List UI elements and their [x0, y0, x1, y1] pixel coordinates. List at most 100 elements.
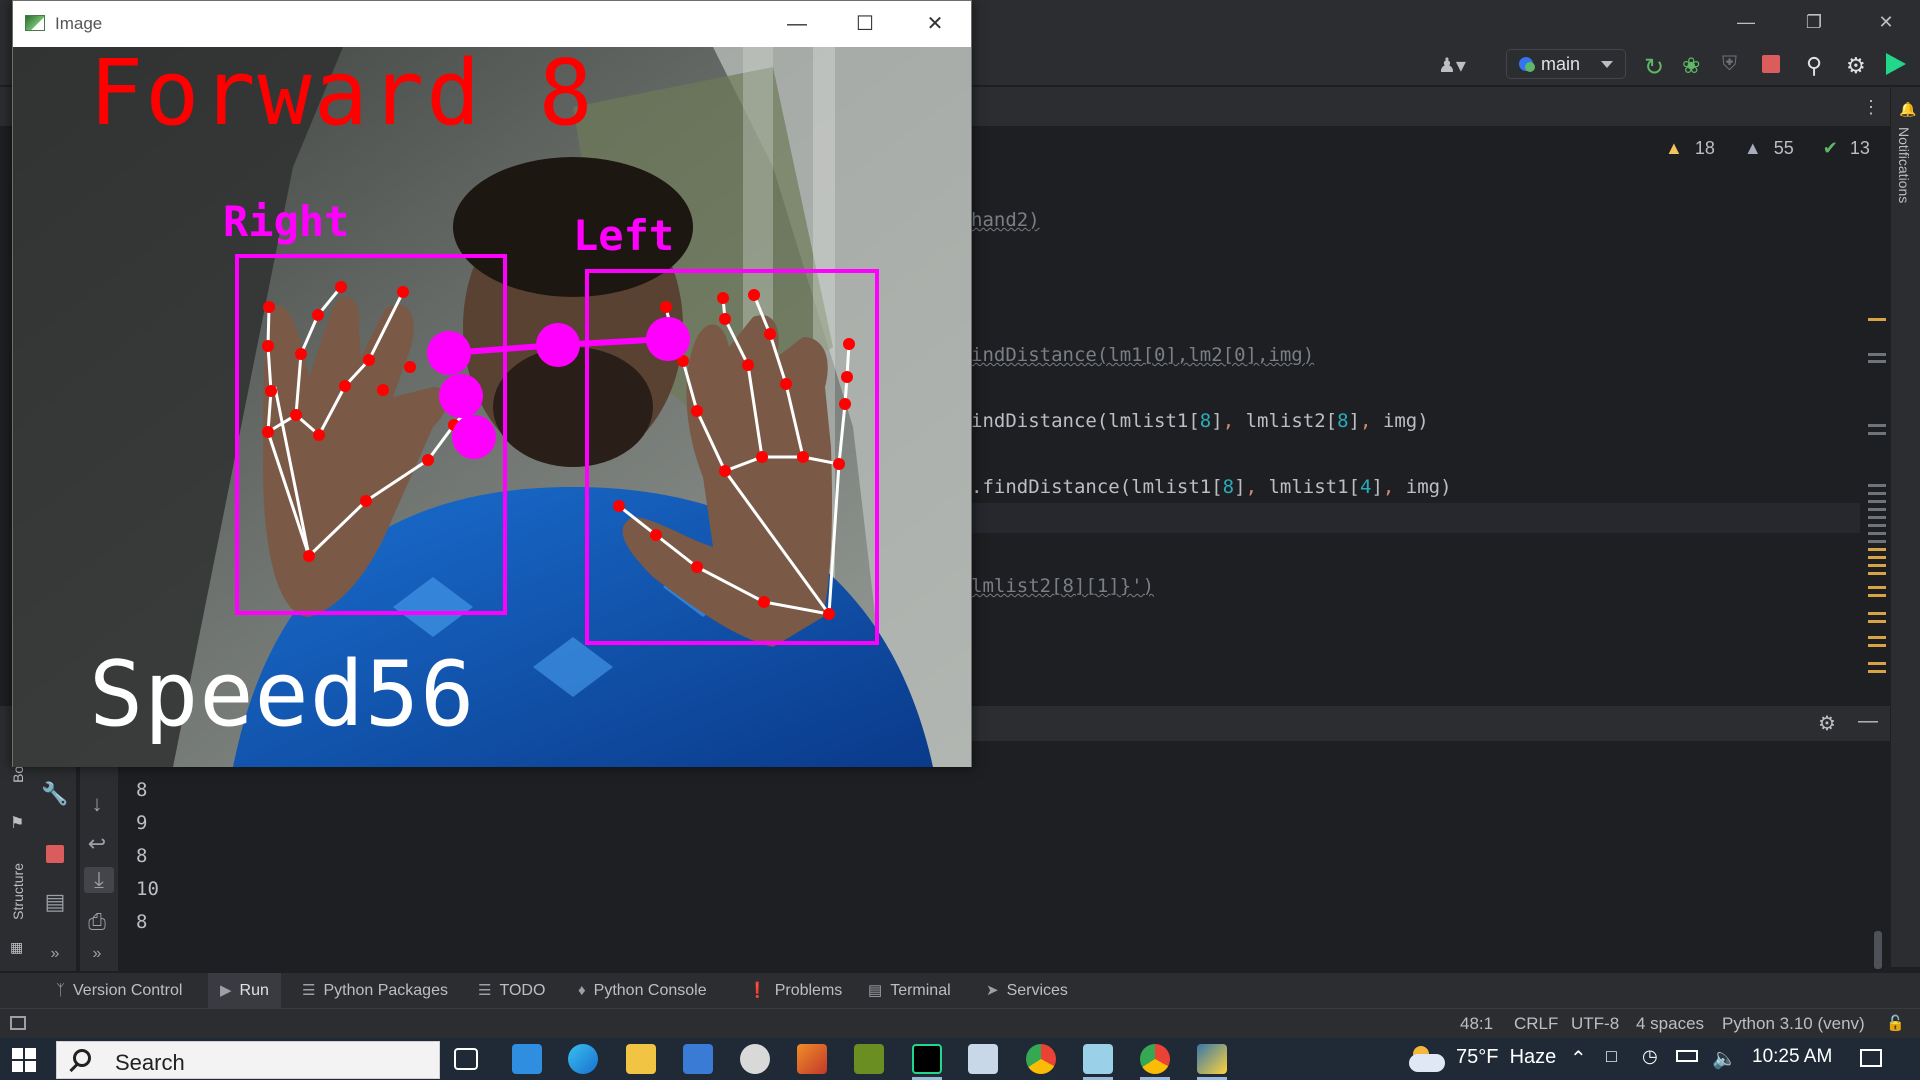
image-window-title: Image	[55, 14, 103, 33]
edge-icon[interactable]	[568, 1044, 598, 1074]
more-options-icon[interactable]: ⋮	[1862, 97, 1880, 118]
task-view-icon[interactable]	[454, 1048, 478, 1070]
services-icon: ➤	[986, 982, 999, 999]
search-placeholder: Search	[115, 1050, 185, 1075]
tab-services[interactable]: ➤ Services	[986, 973, 1068, 1009]
terminal-icon: ▤	[868, 982, 883, 999]
debug-icon[interactable]: ❀	[1682, 53, 1708, 79]
rerun-icon[interactable]: ↻	[1644, 53, 1670, 81]
close-button[interactable]: ✕	[1866, 8, 1906, 36]
search-icon	[73, 1049, 91, 1067]
search-icon[interactable]: ⚲	[1806, 53, 1832, 79]
direction-label: Forward 8	[89, 47, 595, 146]
file-explorer-icon[interactable]	[626, 1044, 656, 1074]
more-tools-icon[interactable]: »	[40, 945, 70, 963]
add-user-icon[interactable]: ♟▾	[1438, 53, 1466, 79]
toggle-tool-windows-icon[interactable]	[10, 1016, 26, 1030]
bird-app-icon[interactable]	[854, 1044, 884, 1074]
tab-version-control[interactable]: ᛉ Version Control	[52, 973, 186, 1009]
windows-start-icon[interactable]	[12, 1048, 36, 1072]
run-console-output[interactable]: 8 9 8 10 8	[0, 741, 1890, 971]
taskbar-search-box[interactable]: Search	[56, 1041, 440, 1079]
image-window-title-bar[interactable]: Image — ☐ ✕	[13, 1, 971, 47]
image-window[interactable]: Image — ☐ ✕ Forward 8 Right Left Speed56	[12, 0, 972, 767]
code-line: .findDistance(lmlist1[8], lmlist1[4], im…	[971, 476, 1452, 498]
gear-icon[interactable]: ⚙	[1846, 53, 1872, 79]
warning-icon: ▲	[1665, 138, 1683, 158]
tool-window-bar: ᛉ Version Control ▶ Run ☰ Python Packages ☰…	[0, 972, 1920, 1009]
python-icon[interactable]	[1197, 1044, 1227, 1074]
python-interpreter[interactable]: Python 3.10 (venv)	[1722, 1014, 1865, 1034]
wrench-icon[interactable]: 🔧	[40, 781, 70, 807]
tab-run[interactable]: ▶ Run	[208, 973, 281, 1009]
restore-button[interactable]: ❐	[1794, 8, 1834, 36]
line-ending[interactable]: CRLF	[1514, 1014, 1558, 1034]
scroll-to-end-icon[interactable]: ⤓	[84, 867, 114, 893]
arrow-down-icon[interactable]: ↓	[82, 791, 112, 817]
todo-icon: ☰	[478, 982, 492, 999]
minimize-button[interactable]: —	[775, 11, 819, 37]
more-tools-icon[interactable]: »	[82, 945, 112, 963]
code-line: hand2)	[971, 209, 1040, 231]
hide-panel-icon[interactable]: —	[1858, 710, 1878, 733]
structure-icon: ▦	[10, 939, 24, 955]
file-encoding[interactable]: UTF-8	[1571, 1014, 1619, 1034]
notifications-tab[interactable]: Notifications	[1896, 127, 1912, 203]
check-icon: ✔	[1822, 138, 1838, 158]
minimize-button[interactable]: —	[1726, 8, 1766, 36]
tab-python-console[interactable]: ♦ Python Console	[578, 973, 707, 1009]
paint-icon[interactable]	[740, 1044, 770, 1074]
ok-count: 13	[1849, 138, 1870, 158]
tab-terminal[interactable]: ▤ Terminal	[868, 973, 951, 1009]
store-icon[interactable]	[683, 1044, 713, 1074]
scrollbar[interactable]	[1874, 931, 1882, 969]
lock-icon[interactable]: 🔓	[1886, 1014, 1905, 1032]
stop-icon[interactable]	[1762, 55, 1780, 73]
mail-icon[interactable]	[512, 1044, 542, 1074]
caret-position[interactable]: 48:1	[1460, 1014, 1493, 1034]
structure-tab[interactable]: Structure	[10, 863, 26, 920]
branch-selector[interactable]: main	[1506, 49, 1626, 79]
windows-taskbar: Search 75°F Haze ⌃ □ ◷ 🔈 10:25 AM	[0, 1038, 1920, 1080]
tab-todo[interactable]: ☰ TODO	[478, 973, 545, 1009]
problems-icon: ❗	[748, 982, 767, 999]
stop-icon[interactable]	[46, 845, 64, 863]
volume-icon[interactable]: 🔈	[1712, 1046, 1737, 1071]
tab-python-packages[interactable]: ☰ Python Packages	[302, 973, 448, 1009]
notifications-icon[interactable]	[1860, 1049, 1882, 1067]
wifi-icon[interactable]: ◷	[1642, 1046, 1658, 1067]
maximize-button[interactable]: ☐	[843, 11, 887, 37]
code-line: lmlist2[8][1]}')	[971, 575, 1155, 597]
notes-icon[interactable]	[1083, 1044, 1113, 1074]
coverage-icon[interactable]: ⛨	[1722, 53, 1748, 79]
battery-icon[interactable]	[1676, 1050, 1698, 1062]
run-tools-column: 🔧 ▤ »	[38, 741, 76, 971]
chrome-icon[interactable]	[1026, 1044, 1056, 1074]
jetbrains-ai-icon[interactable]	[1886, 53, 1906, 75]
tab-problems[interactable]: ❗ Problems	[748, 973, 842, 1009]
indent-setting[interactable]: 4 spaces	[1636, 1014, 1704, 1034]
weather-icon[interactable]	[1407, 1044, 1447, 1074]
camera-frame: Forward 8 Right Left Speed56	[13, 47, 971, 767]
output-line: 8	[136, 911, 148, 933]
print-icon[interactable]: ⎙	[82, 909, 112, 935]
python-packages-icon: ☰	[302, 982, 316, 999]
soft-wrap-icon[interactable]: ↩	[82, 831, 112, 857]
error-stripe[interactable]	[1868, 188, 1888, 673]
left-tool-strip: Book ⚑ Structure ▦	[0, 741, 38, 971]
meet-now-icon[interactable]: □	[1606, 1046, 1617, 1067]
gear-icon[interactable]: ⚙	[1818, 711, 1836, 736]
matlab-icon[interactable]	[797, 1044, 827, 1074]
code-line: indDistance(lmlist1[8], lmlist2[8], img)	[971, 410, 1429, 432]
bell-icon[interactable]: 🔔	[1899, 101, 1916, 118]
inspection-widget[interactable]: ▲18 ▲55 ✔13 ⌃ ⌄	[1665, 138, 1920, 159]
clock[interactable]: 10:25 AM	[1752, 1046, 1832, 1068]
layout-icon[interactable]: ▤	[40, 889, 70, 915]
close-button[interactable]: ✕	[913, 11, 957, 37]
output-line: 8	[136, 845, 148, 867]
weather-text[interactable]: 75°F Haze	[1456, 1046, 1556, 1069]
paint-3d-icon[interactable]	[968, 1044, 998, 1074]
pycharm-icon[interactable]	[912, 1044, 942, 1074]
chevron-up-icon[interactable]: ⌃	[1570, 1046, 1587, 1071]
chrome-icon[interactable]	[1140, 1044, 1170, 1074]
